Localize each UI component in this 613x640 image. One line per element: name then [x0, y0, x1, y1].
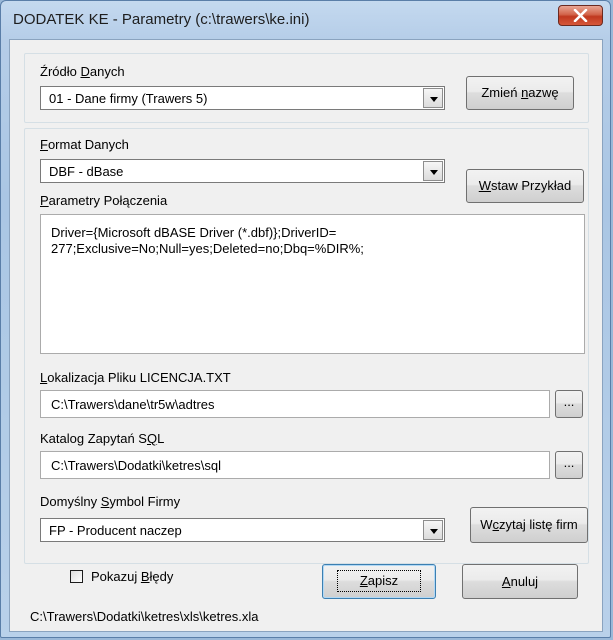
- save-button[interactable]: Zapisz: [322, 564, 436, 599]
- title-bar[interactable]: DODATEK KE - Parametry (c:\trawers\ke.in…: [1, 1, 610, 39]
- template-path-label: C:\Trawers\Dodatki\ketres\xls\ketres.xla: [30, 609, 259, 624]
- dialog-window: DODATEK KE - Parametry (c:\trawers\ke.in…: [0, 0, 611, 638]
- license-path-field[interactable]: C:\Trawers\dane\tr5w\adtres: [40, 390, 550, 418]
- rename-button[interactable]: Zmień nazwę: [466, 76, 574, 110]
- company-label: Domyślny Symbol Firmy: [40, 494, 181, 509]
- format-label: Format Danych: [40, 137, 129, 152]
- close-button[interactable]: [558, 5, 603, 26]
- show-errors-label[interactable]: Pokazuj Błędy: [91, 569, 173, 584]
- company-dropdown[interactable]: FP - Producent naczep: [40, 518, 445, 542]
- connection-label: Parametry Połączenia: [40, 193, 168, 208]
- company-dropdown-value: FP - Producent naczep: [49, 523, 182, 538]
- sql-browse-button[interactable]: ...: [555, 451, 583, 479]
- cancel-button[interactable]: Anuluj: [462, 564, 578, 599]
- chevron-down-icon[interactable]: [423, 161, 443, 181]
- connection-group: Format Danych DBF - dBase Wstaw Przykład…: [24, 128, 589, 564]
- connection-string-value: Driver={Microsoft dBASE Driver (*.dbf)};…: [51, 225, 364, 256]
- chevron-down-icon[interactable]: [423, 520, 443, 540]
- insert-example-button[interactable]: Wstaw Przykład: [466, 169, 584, 203]
- source-label: Źródło Danych: [40, 64, 125, 79]
- close-icon: [573, 9, 588, 22]
- source-dropdown[interactable]: 01 - Dane firmy (Trawers 5): [40, 86, 445, 110]
- sql-path-value: C:\Trawers\Dodatki\ketres\sql: [51, 458, 222, 473]
- sql-label: Katalog Zapytań SQL: [40, 431, 165, 446]
- sql-path-field[interactable]: C:\Trawers\Dodatki\ketres\sql: [40, 451, 550, 479]
- connection-string-field[interactable]: Driver={Microsoft dBASE Driver (*.dbf)};…: [40, 214, 585, 354]
- window-title: DODATEK KE - Parametry (c:\trawers\ke.in…: [13, 11, 310, 28]
- dialog-client-area: Źródło Danych 01 - Dane firmy (Trawers 5…: [9, 39, 603, 632]
- license-label: Lokalizacja Pliku LICENCJA.TXT: [40, 370, 231, 385]
- load-companies-button[interactable]: Wczytaj listę firm: [470, 507, 588, 543]
- license-browse-button[interactable]: ...: [555, 390, 583, 418]
- source-group: Źródło Danych 01 - Dane firmy (Trawers 5…: [24, 53, 589, 123]
- format-dropdown[interactable]: DBF - dBase: [40, 159, 445, 183]
- save-button-focus: Zapisz: [336, 570, 422, 592]
- license-path-value: C:\Trawers\dane\tr5w\adtres: [51, 397, 215, 412]
- chevron-down-icon[interactable]: [423, 88, 443, 108]
- show-errors-checkbox[interactable]: [70, 570, 83, 583]
- format-dropdown-value: DBF - dBase: [49, 164, 124, 179]
- source-dropdown-value: 01 - Dane firmy (Trawers 5): [49, 91, 208, 106]
